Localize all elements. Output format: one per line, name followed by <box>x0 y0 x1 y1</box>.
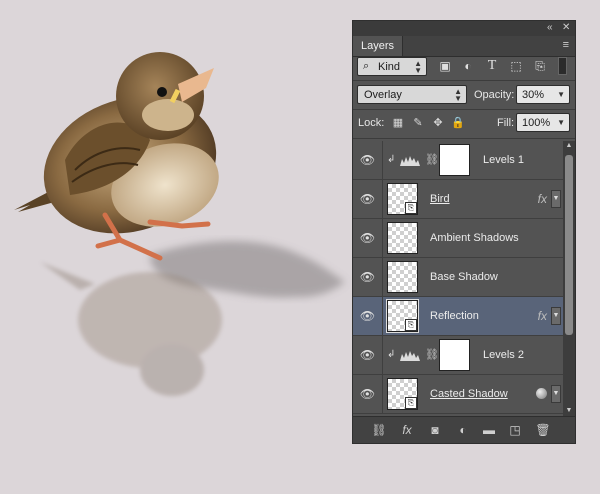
fill-value: 100% <box>522 117 551 129</box>
filter-pixel-icon[interactable]: ▣ <box>436 57 454 75</box>
layer-row-bird[interactable]: 👁 ⎘ Bird fx ▼ <box>353 180 563 219</box>
filter-kind-dropdown[interactable]: ⌕ Kind ▲ ▼ <box>357 57 427 76</box>
new-adjustment-icon[interactable]: ◐ <box>453 421 473 439</box>
clip-arrow-icon: ↲ <box>387 154 396 165</box>
add-mask-icon[interactable]: ◙ <box>425 421 445 439</box>
layers-panel: « ✕ Layers ≡ ⌕ Kind ▲ ▼ ▣ ◐ T ⬚ ⎘ Overlay… <box>352 20 576 444</box>
layer-thumbnail[interactable]: ⎘ <box>386 299 419 333</box>
visibility-eye-icon[interactable]: 👁 <box>353 180 383 218</box>
updown-arrows-icon: ▲ ▼ <box>414 59 422 75</box>
new-group-icon[interactable]: ▬ <box>479 421 499 439</box>
clip-arrow-icon: ↲ <box>387 349 396 360</box>
layer-name[interactable]: Bird <box>430 180 450 218</box>
visibility-eye-icon[interactable]: 👁 <box>353 141 383 179</box>
layer-thumbnail[interactable] <box>387 222 418 254</box>
link-layers-icon[interactable]: ⛓ <box>369 421 389 439</box>
blend-mode-value: Overlay <box>364 89 402 101</box>
filter-shape-icon[interactable]: ⬚ <box>507 57 525 75</box>
panel-footer: ⛓ fx ◙ ◐ ▬ ◳ 🗑 <box>353 416 575 443</box>
filter-toggle-switch[interactable] <box>558 57 567 75</box>
layer-thumbnail[interactable]: ⎘ <box>387 378 418 410</box>
visibility-eye-icon[interactable]: 👁 <box>353 258 383 296</box>
opacity-label: Opacity: <box>474 89 515 101</box>
lock-transparency-icon[interactable]: ▦ <box>391 116 405 130</box>
lock-all-icon[interactable]: 🔒 <box>451 116 465 130</box>
effects-expand-arrow[interactable]: ▼ <box>551 385 561 403</box>
effects-expand-arrow[interactable]: ▼ <box>551 307 561 325</box>
opacity-field[interactable]: 30% ▼ <box>516 85 570 104</box>
effects-expand-arrow[interactable]: ▼ <box>551 190 561 208</box>
visibility-eye-icon[interactable]: 👁 <box>353 336 383 374</box>
layer-row-levels-1[interactable]: 👁 ↲ ⛓ Levels 1 <box>353 141 563 180</box>
layer-mask-thumbnail[interactable] <box>439 144 470 176</box>
filter-smartobject-icon[interactable]: ⎘ <box>531 57 549 75</box>
layer-row-base-shadow[interactable]: 👁 Base Shadow <box>353 258 563 297</box>
visibility-eye-icon[interactable]: 👁 <box>353 375 383 413</box>
scroll-down-arrow[interactable]: ▼ <box>563 406 575 416</box>
new-layer-icon[interactable]: ◳ <box>505 421 525 439</box>
fx-icon[interactable]: fx <box>538 297 547 335</box>
lock-move-icon[interactable]: ✥ <box>431 116 445 130</box>
fill-field[interactable]: 100% ▼ <box>516 113 570 132</box>
divider <box>353 109 575 110</box>
layer-name[interactable]: Ambient Shadows <box>430 219 519 257</box>
collapse-icon[interactable]: « <box>547 22 553 34</box>
fill-label: Fill: <box>497 117 515 129</box>
layer-style-icon[interactable] <box>536 388 547 399</box>
chevron-down-icon[interactable]: ▼ <box>557 91 565 99</box>
link-chain-icon[interactable]: ⛓ <box>425 336 439 374</box>
search-icon: ⌕ <box>363 60 370 72</box>
layer-mask-thumbnail[interactable] <box>439 339 470 371</box>
trash-icon[interactable]: 🗑 <box>533 421 553 439</box>
scroll-up-arrow[interactable]: ▲ <box>563 141 575 151</box>
layers-scrollbar[interactable]: ▲ ▼ <box>563 141 575 416</box>
panel-titlebar[interactable]: « ✕ <box>353 21 575 36</box>
visibility-eye-icon[interactable]: 👁 <box>353 219 383 257</box>
opacity-value: 30% <box>522 89 545 101</box>
levels-histogram-icon <box>400 351 420 361</box>
levels-histogram-icon <box>400 156 420 166</box>
smart-object-icon: ⎘ <box>405 319 417 331</box>
layer-thumbnail[interactable] <box>387 261 418 293</box>
bird-eye <box>157 87 167 97</box>
blend-mode-dropdown[interactable]: Overlay ▲ ▼ <box>357 85 467 104</box>
updown-arrows-icon: ▲ ▼ <box>454 87 462 103</box>
tab-layers[interactable]: Layers <box>353 36 404 56</box>
link-chain-icon[interactable]: ⛓ <box>425 141 439 179</box>
layer-row-levels-2[interactable]: 👁 ↲ ⛓ Levels 2 <box>353 336 563 375</box>
filter-kind-label: Kind <box>378 61 401 73</box>
lock-brush-icon[interactable]: ✎ <box>411 116 425 130</box>
filter-adjustment-icon[interactable]: ◐ <box>459 57 477 75</box>
layer-name[interactable]: Levels 2 <box>483 336 524 374</box>
layer-row-ambient-shadows[interactable]: 👁 Ambient Shadows <box>353 219 563 258</box>
add-style-icon[interactable]: fx <box>397 421 417 439</box>
divider <box>353 138 575 139</box>
close-icon[interactable]: ✕ <box>562 22 570 34</box>
layer-thumbnail[interactable]: ⎘ <box>387 183 418 215</box>
layer-name[interactable]: Casted Shadow <box>430 375 508 413</box>
fx-icon[interactable]: fx <box>538 180 547 218</box>
smart-object-icon: ⎘ <box>405 202 417 214</box>
lock-label: Lock: <box>358 117 385 129</box>
panel-tabstrip: Layers ≡ <box>353 36 575 57</box>
panel-menu-icon[interactable]: ≡ <box>563 39 569 51</box>
filter-type-icon[interactable]: T <box>483 57 501 75</box>
chevron-down-icon[interactable]: ▼ <box>557 119 565 127</box>
layer-row-reflection[interactable]: 👁 ⎘ Reflection fx ▼ <box>353 297 563 336</box>
layer-row-casted-shadow[interactable]: 👁 ⎘ Casted Shadow ▼ <box>353 375 563 414</box>
layer-name[interactable]: Levels 1 <box>483 141 524 179</box>
layer-name[interactable]: Reflection <box>430 297 479 335</box>
layers-list: 👁 ↲ ⛓ Levels 1 👁 ⎘ Bird fx ▼ 👁 Ambient S… <box>353 141 563 416</box>
layer-name[interactable]: Base Shadow <box>430 258 498 296</box>
divider <box>353 80 575 81</box>
smart-object-icon: ⎘ <box>405 397 417 409</box>
visibility-eye-icon[interactable]: 👁 <box>353 297 383 335</box>
scroll-thumb[interactable] <box>565 155 573 335</box>
